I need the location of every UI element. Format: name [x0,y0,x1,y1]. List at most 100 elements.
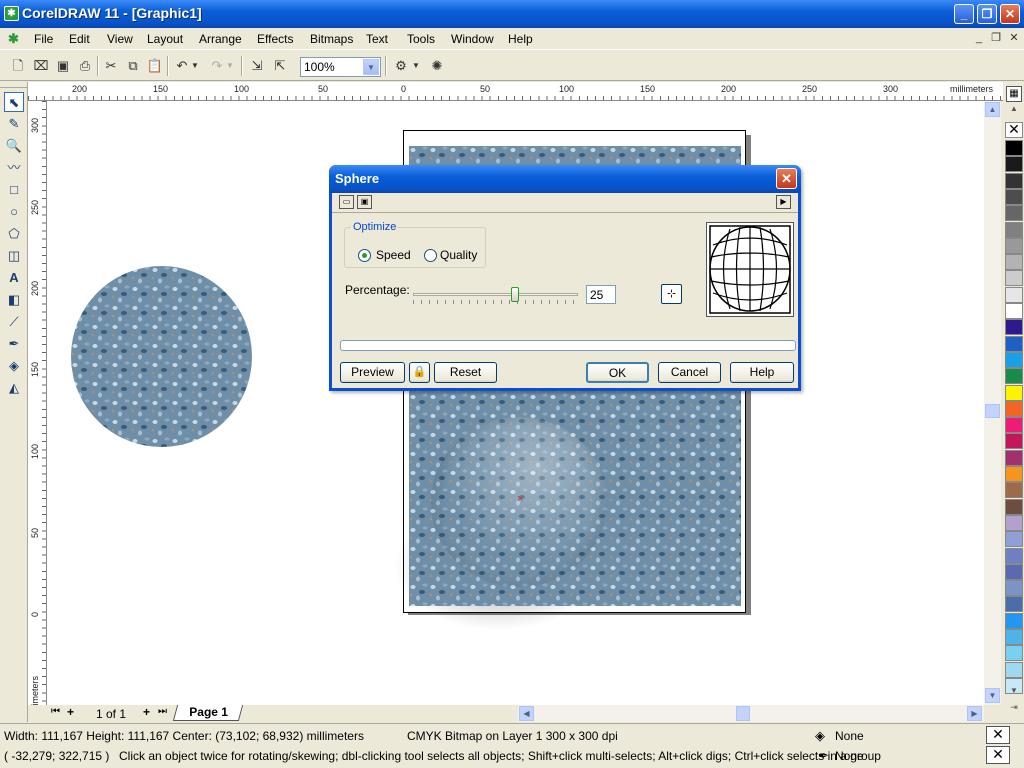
outline-tool-icon[interactable]: ✒ [4,334,24,354]
horizontal-scrollbar[interactable]: ◀ ▶ [518,705,984,722]
color-swatch[interactable] [1005,286,1023,303]
maximize-button[interactable]: ❐ [977,4,997,24]
fill-none-swatch[interactable]: ✕ [986,726,1010,744]
color-swatch[interactable] [1005,303,1023,319]
doc-restore-icon[interactable]: ❐ [988,31,1004,46]
shape-tool-icon[interactable]: ✎ [4,114,24,134]
center-picker-icon[interactable]: ⊹ [661,284,682,304]
application-launcher-icon[interactable]: ⚙ [391,56,411,76]
chevron-down-icon[interactable]: ▼ [363,59,379,75]
scroll-left-icon[interactable]: ◀ [519,706,534,721]
dialog-close-button[interactable]: ✕ [776,168,797,189]
close-button[interactable]: ✕ [1000,4,1020,24]
menu-window[interactable]: Window [451,32,494,46]
dual-preview-icon[interactable]: ▣ [357,195,372,209]
color-swatch[interactable] [1005,319,1023,336]
color-swatch[interactable] [1005,466,1023,482]
color-swatch[interactable] [1005,384,1023,401]
menu-edit[interactable]: Edit [69,32,90,46]
color-swatch[interactable] [1005,612,1023,629]
palette-menu-icon[interactable]: ▦ [1006,86,1022,102]
color-swatch[interactable] [1005,449,1023,466]
add-page-after-icon[interactable]: + [143,705,150,719]
color-swatch[interactable] [1005,531,1023,548]
outline-none-swatch[interactable]: ✕ [986,746,1010,764]
add-page-before-icon[interactable]: + [67,705,74,719]
import-icon[interactable]: ⇲ [247,56,267,76]
palette-scroll-up-icon[interactable]: ▲ [1006,104,1022,118]
color-swatch[interactable] [1005,645,1023,662]
color-swatch[interactable] [1005,368,1023,385]
no-color-swatch[interactable]: ✕ [1005,122,1023,138]
freehand-tool-icon[interactable]: 〰 [4,158,24,178]
color-swatch[interactable] [1005,254,1023,271]
color-swatch[interactable] [1005,514,1023,531]
menu-file[interactable]: File [34,32,53,46]
color-swatch[interactable] [1005,563,1023,580]
color-swatch[interactable] [1005,629,1023,645]
cut-icon[interactable]: ✂ [101,56,121,76]
polygon-tool-icon[interactable]: ⬠ [4,224,24,244]
dialog-title-bar[interactable]: Sphere ✕ [329,165,801,193]
ellipse-tool-icon[interactable]: ○ [4,202,24,222]
speed-label[interactable]: Speed [376,248,411,262]
preview-button[interactable]: Preview [340,362,405,383]
basic-shapes-tool-icon[interactable]: ◫ [4,246,24,266]
menu-text[interactable]: Text [366,32,388,46]
first-page-icon[interactable]: ⏮ [51,706,60,717]
color-swatch[interactable] [1005,221,1023,238]
color-swatch[interactable] [1005,417,1023,434]
reset-button[interactable]: Reset [434,362,497,383]
corel-online-icon[interactable]: ✺ [427,56,447,76]
color-swatch[interactable] [1005,661,1023,678]
text-tool-icon[interactable]: A [4,268,24,288]
new-icon[interactable]: 🗋 [8,56,28,76]
preview-window-icon[interactable]: ▭ [339,195,354,209]
print-icon[interactable]: ⎙ [75,56,95,76]
percentage-slider-thumb[interactable] [511,287,519,302]
color-swatch[interactable] [1005,596,1023,613]
color-swatch[interactable] [1005,482,1023,499]
paste-icon[interactable]: 📋 [145,56,165,76]
lock-icon[interactable]: 🔒 [409,362,430,383]
menu-bitmaps[interactable]: Bitmaps [310,32,353,46]
scroll-right-icon[interactable]: ▶ [967,706,982,721]
palette-expand-icon[interactable]: ⇥ [1006,702,1022,716]
scroll-up-icon[interactable]: ▲ [985,102,1000,117]
color-swatch[interactable] [1005,172,1023,189]
minimize-button[interactable]: _ [954,4,974,24]
scroll-down-icon[interactable]: ▼ [985,688,1000,703]
color-swatch[interactable] [1005,351,1023,368]
color-swatch[interactable] [1005,400,1023,417]
undo-icon[interactable]: ↶ [172,56,192,76]
percentage-input[interactable]: 25 [586,285,616,304]
horizontal-scroll-thumb[interactable] [736,706,750,721]
interactive-fill-tool-icon[interactable]: ◭ [4,378,24,398]
rectangle-tool-icon[interactable]: □ [4,180,24,200]
palette-scroll-down-icon[interactable]: ▼ [1006,686,1022,700]
menu-view[interactable]: View [107,32,133,46]
fill-tool-icon[interactable]: ◈ [4,356,24,376]
percentage-slider-track[interactable] [413,293,578,296]
vertical-scroll-thumb[interactable] [985,404,1000,418]
zoom-select[interactable]: 100% ▼ [300,57,381,77]
vertical-scrollbar[interactable]: ▲ ▼ [984,101,1001,705]
color-swatch[interactable] [1005,335,1023,352]
menu-help[interactable]: Help [508,32,533,46]
open-icon[interactable]: ⌧ [31,56,51,76]
doc-close-icon[interactable]: ✕ [1006,31,1022,46]
color-swatch[interactable] [1005,498,1023,515]
color-swatch[interactable] [1005,188,1023,205]
undo-dropdown-icon[interactable]: ▼ [190,56,200,76]
color-swatch[interactable] [1005,433,1023,450]
color-swatch[interactable] [1005,237,1023,254]
menu-tools[interactable]: Tools [407,32,435,46]
save-icon[interactable]: ▣ [53,56,73,76]
cancel-button[interactable]: Cancel [658,362,721,383]
menu-layout[interactable]: Layout [147,32,183,46]
color-swatch[interactable] [1005,547,1023,564]
expand-dialog-icon[interactable]: ▶ [776,195,791,209]
copy-icon[interactable]: ⧉ [123,56,143,76]
eyedropper-tool-icon[interactable]: ⟋ [4,312,24,332]
tab-page-1[interactable]: Page 1 [172,705,244,721]
